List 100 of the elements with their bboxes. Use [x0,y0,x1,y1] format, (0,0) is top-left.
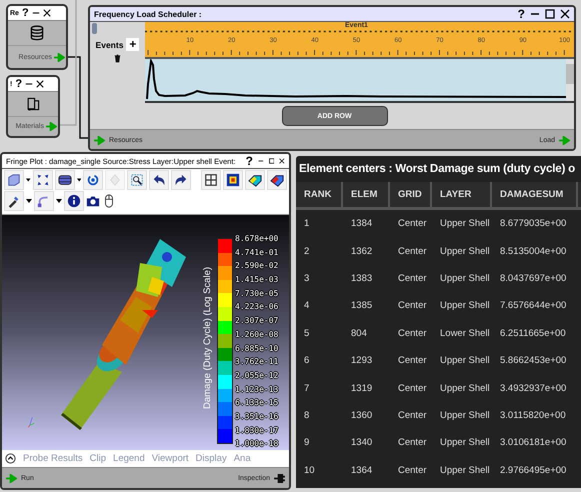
table-cell-text: 1293 [350,355,374,366]
column-header[interactable]: DAMAGESUM [492,182,578,207]
table-cell-text: 3.0106181e+00 [499,437,568,448]
view-cube-button[interactable] [4,170,24,190]
rotate-button[interactable] [83,170,103,190]
legend-value: 2.307e-07 [235,315,278,328]
table-cell-text: 8.6779035e+00 [499,218,568,230]
mouse-icon[interactable] [102,194,116,208]
table-cell-text: Center [397,272,428,284]
table-cell-text: 804 [350,328,368,339]
trash-icon[interactable] [114,54,121,63]
help-button[interactable]: ? [246,155,253,167]
table-cell-text: 6 [303,355,310,366]
scrollbar[interactable] [566,59,574,101]
help-button[interactable]: ? [518,8,525,20]
close-icon[interactable] [560,9,570,19]
table-cell-text: 5.8662453e+00 [499,355,568,366]
fit-button[interactable] [32,170,52,190]
legend-value: 3.351e-16 [235,410,278,423]
table-cell-text: Center [397,355,428,366]
legend-value: 2.590e-02 [235,260,278,272]
legend-title: Damage (Duty Cycle) (Log Scale) [202,265,213,411]
info-icon [67,194,81,208]
table-cell-text: 3 [303,272,310,284]
camera-icon[interactable] [86,194,100,208]
frame-icon [226,173,240,187]
maximize-icon[interactable] [545,9,555,19]
maximize-icon[interactable] [268,156,274,166]
zoom-box-button[interactable] [127,170,147,190]
zoom-box-icon [130,173,144,187]
undo-icon [152,173,166,187]
legend-value: 6.133e-15 [235,397,278,410]
fit-icon [36,173,50,187]
frame-button[interactable] [223,170,243,190]
table-cell-text: Center [397,410,428,421]
cylinder-icon [58,173,72,187]
table-cell-text: 1384 [350,218,374,230]
table-cell-text: Upper Shell [439,218,491,230]
close-icon[interactable] [42,9,51,17]
plug-icon[interactable] [274,474,285,482]
table-cell-text: Upper Shell [439,272,491,284]
table-cell-text: Upper Shell [439,382,491,394]
legend-value: 7.730e-05 [235,288,278,300]
table-cell-text: Upper Shell [439,300,491,312]
column-header[interactable]: GRID [390,182,432,207]
undo-button[interactable] [149,170,169,190]
legend-value: 3.762e-11 [235,356,278,368]
book-icon [25,96,41,112]
column-header[interactable]: ELEM [343,182,390,207]
eyedropper-icon [7,194,21,208]
redo-icon [174,173,188,187]
close-icon[interactable] [279,156,285,166]
caret-icon[interactable] [26,178,30,182]
legend-value: 1.000e-18 [235,438,278,450]
table-cell-text: 7.6576644e+00 [499,300,568,312]
table-cell-text: Lower Shell [439,328,491,339]
slider-handle[interactable] [92,23,97,34]
picker-button[interactable] [4,191,24,211]
tag-button[interactable] [267,170,287,190]
collapse-icon[interactable] [5,453,16,464]
viewport[interactable]: Damage (Duty Cycle) (Log Scale) 8.678e+00 4.741e-01 2.590e-02 1.415e-03 7.730e-05 4.223e-06 2.307e-07 1.260e-08 6.885e-10 3.762e-11 2.055e-12 1.123e-13 6.133e-15 3.351e-16 1.830e-17 1.000e-18 [2,215,289,450]
table-cell-text: 1340 [350,437,374,448]
column-header[interactable]: LAYER [432,182,492,207]
legend-value: 6.885e-10 [235,342,278,354]
close-icon[interactable] [36,80,44,88]
layers-button[interactable] [54,170,74,190]
table-cell-text: 2 [303,246,310,257]
tag-icon [270,173,284,187]
legend-value: 4.223e-06 [235,301,278,314]
table-cell-text: Upper Shell [439,464,491,476]
add-button[interactable]: + [126,38,140,51]
tag-button[interactable] [245,170,265,190]
table-cell-text: 5 [303,328,310,339]
table-cell-text: 9 [303,437,310,448]
redo-button[interactable] [171,170,191,190]
table-cell-text: 4 [303,300,310,312]
table-cell-text: Center [397,300,428,312]
table-cell-text: 1360 [350,410,374,421]
grid-button[interactable] [201,170,221,190]
help-button[interactable]: ? [15,78,22,90]
grid-icon [204,173,218,187]
help-button[interactable]: ? [22,8,29,18]
table-cell-text: 1385 [350,300,374,312]
table-cell-text: 8 [303,410,310,421]
caret-icon[interactable] [76,178,81,182]
caret-icon[interactable] [56,199,62,203]
table-cell-text: 1362 [350,246,374,257]
curve-button[interactable] [34,191,54,211]
axis-triad-icon [27,415,35,429]
events-label: Events [96,40,124,50]
table-cell-text: 1319 [350,382,374,394]
info-button[interactable] [64,191,84,211]
table-cell-text: Center [397,328,428,339]
table-cell-text: 1 [303,218,310,230]
table-cell-text: 8.5135004e+00 [499,246,568,257]
caret-icon[interactable] [26,199,32,203]
legend-value: 1.415e-03 [235,274,278,286]
column-header[interactable]: RANK [296,182,343,207]
table-cell-text: 1383 [350,272,374,284]
table-cell-text: 6.2511665e+00 [499,328,567,339]
